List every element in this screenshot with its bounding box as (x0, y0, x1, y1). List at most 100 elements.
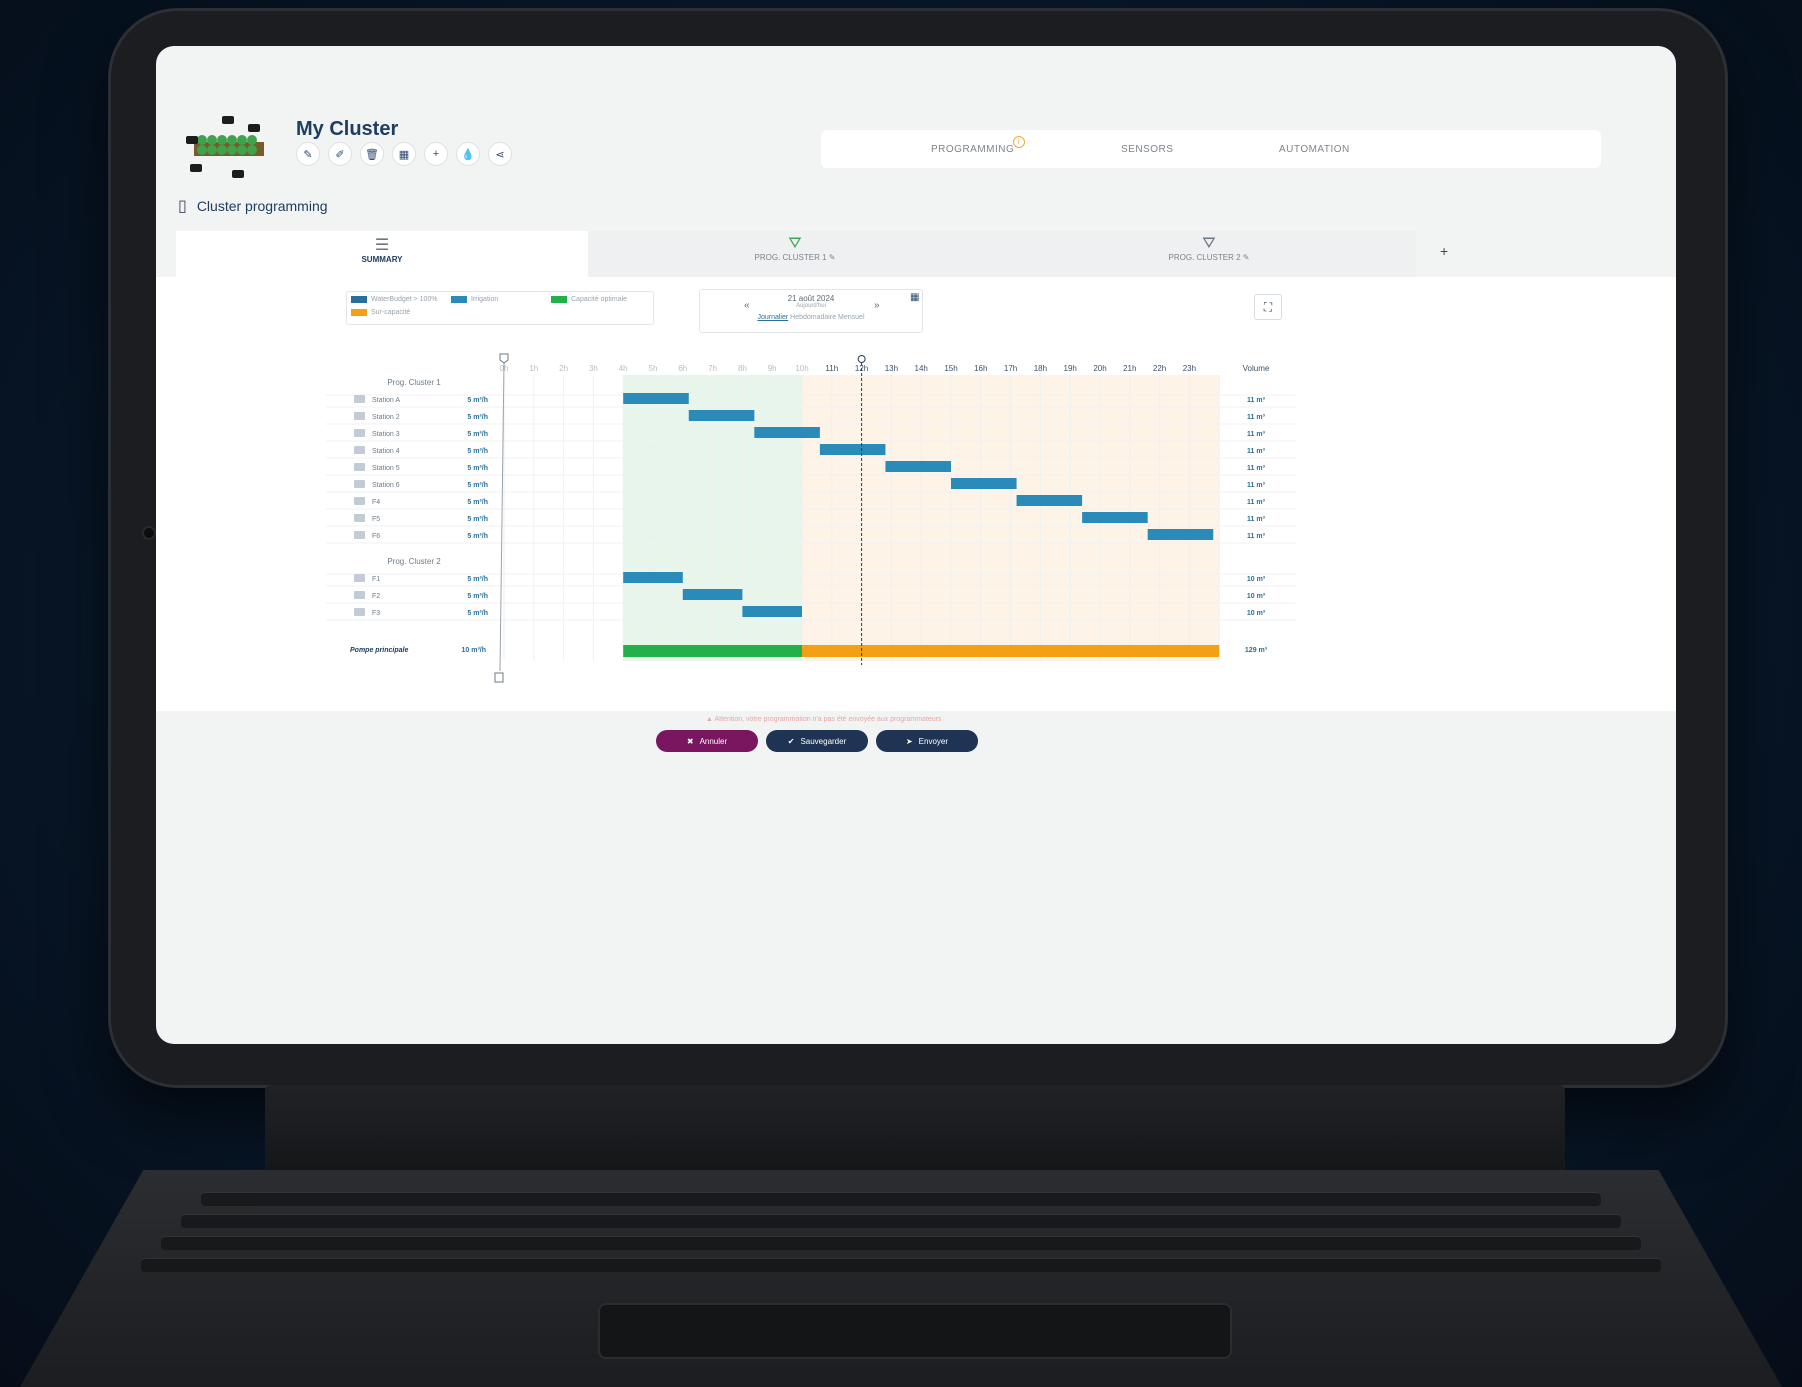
table-icon[interactable]: ▦ (392, 142, 416, 166)
cluster-title: My Cluster (296, 118, 399, 140)
screen: My Cluster ✎ ✐ 🗑 ▦ + 💧 ⋖ PROGRAMMING i S… (156, 46, 1676, 1044)
hour-label: 22h (1153, 364, 1166, 373)
row-volume: 10 m³ (1247, 576, 1266, 583)
cluster-toolbar: ✎ ✐ 🗑 ▦ + 💧 ⋖ (296, 142, 512, 166)
station-flow: 5 m³/h (467, 533, 488, 540)
row-volume: 11 m³ (1247, 431, 1266, 438)
station-flow: 5 m³/h (467, 414, 488, 421)
pump-flow: 10 m³/h (461, 647, 486, 654)
row-volume: 11 m³ (1247, 414, 1266, 421)
hour-label: 19h (1064, 364, 1077, 373)
pencil-icon[interactable]: ✎ (1243, 253, 1250, 262)
camera-icon (144, 528, 154, 538)
station-icon (354, 395, 365, 403)
hour-label: 8h (738, 364, 747, 373)
irrigation-bar (682, 589, 743, 600)
drop-icon: ⛛ (1202, 235, 1216, 252)
hour-label: 11h (825, 364, 838, 373)
station-icon (354, 446, 365, 454)
irrigation-bar (819, 444, 886, 455)
cancel-button[interactable]: ✖ Annuler (656, 730, 758, 752)
station-flow: 5 m³/h (467, 397, 488, 404)
pump-name: Pompe principale (350, 647, 408, 654)
hour-label: 23h (1183, 364, 1196, 373)
hour-label: 21h (1123, 364, 1136, 373)
tab-prog-cluster-2[interactable]: ⛛ PROG. CLUSTER 2 ✎ (1002, 231, 1416, 277)
irrigation-bar (623, 572, 683, 583)
station-name: F1 (372, 576, 380, 583)
end-marker-icon (494, 672, 504, 683)
section-header: ▯ Cluster programming (178, 196, 328, 216)
hour-label: 17h (1004, 364, 1017, 373)
save-button[interactable]: ✔ Sauvegarder (766, 730, 868, 752)
row-volume: 11 m³ (1247, 448, 1266, 455)
station-icon (354, 514, 365, 522)
pencil-icon[interactable]: ✐ (328, 142, 352, 166)
volume-header: Volume (1243, 364, 1270, 373)
station-name: F5 (372, 516, 380, 523)
cluster-logo (186, 116, 264, 178)
tab-summary[interactable]: ☰ SUMMARY (176, 231, 588, 279)
station-icon (354, 608, 365, 616)
irrigation-bar (1147, 529, 1214, 540)
station-icon (354, 463, 365, 471)
tab-prog-cluster-1[interactable]: ⛛ PROG. CLUSTER 1 ✎ (588, 231, 1002, 277)
pencil-icon[interactable]: ✎ (829, 253, 836, 262)
hour-label: 20h (1093, 364, 1106, 373)
start-marker-icon (499, 353, 509, 364)
gantt-chart: 0h1h2h3h4h5h6h7h8h9h10h11h12h13h14h15h16… (326, 353, 1296, 683)
station-flow: 5 m³/h (467, 465, 488, 472)
row-volume: 11 m³ (1247, 465, 1266, 472)
program-tabs: ☰ SUMMARY ⛛ PROG. CLUSTER 1 ✎ ⛛ PROG. CL… (176, 231, 1448, 279)
nav-automation[interactable]: AUTOMATION (1279, 144, 1350, 155)
gantt-icon: ☰ (374, 237, 390, 254)
keyboard-hinge (265, 1085, 1565, 1180)
cluster-programming-icon: ▯ (178, 198, 187, 215)
row-volume: 10 m³ (1247, 610, 1266, 617)
station-icon (354, 429, 365, 437)
hour-label: 3h (589, 364, 598, 373)
hour-label: 14h (915, 364, 928, 373)
trash-icon[interactable]: 🗑 (360, 142, 384, 166)
irrigation-bar (1082, 512, 1148, 523)
irrigation-bar (742, 606, 802, 617)
irrigation-bar (885, 461, 951, 472)
top-navigation: PROGRAMMING i SENSORS AUTOMATION (821, 130, 1601, 168)
pump-volume: 129 m³ (1245, 647, 1268, 654)
hour-label: 10h (795, 364, 808, 373)
station-icon (354, 412, 365, 420)
irrigation-bar (623, 393, 689, 404)
station-flow: 5 m³/h (467, 482, 488, 489)
nav-sensors[interactable]: SENSORS (1121, 144, 1173, 155)
share-icon[interactable]: ⋖ (488, 142, 512, 166)
row-volume: 11 m³ (1247, 482, 1266, 489)
group-label: Prog. Cluster 2 (387, 557, 441, 566)
send-button[interactable]: ➤ Envoyer (876, 730, 978, 752)
station-name: Station 4 (372, 448, 400, 455)
station-flow: 5 m³/h (467, 499, 488, 506)
hour-label: 7h (708, 364, 717, 373)
station-name: Station 2 (372, 414, 400, 421)
clock-icon (857, 355, 866, 363)
plus-icon[interactable]: + (424, 142, 448, 166)
add-tab-button[interactable]: + (1440, 243, 1448, 259)
station-name: Station A (372, 397, 400, 404)
station-name: F3 (372, 610, 380, 617)
irrigation-bar (688, 410, 755, 421)
edit-icon[interactable]: ✎ (296, 142, 320, 166)
row-volume: 11 m³ (1247, 499, 1266, 506)
station-icon (354, 497, 365, 505)
station-icon (354, 531, 365, 539)
drop-icon: ⛛ (788, 235, 802, 252)
tablet-frame: My Cluster ✎ ✐ 🗑 ▦ + 💧 ⋖ PROGRAMMING i S… (108, 8, 1728, 1088)
drop-icon[interactable]: 💧 (456, 142, 480, 166)
hour-label: 13h (885, 364, 898, 373)
action-buttons: ✖ Annuler ✔ Sauvegarder ➤ Envoyer (656, 730, 996, 760)
nav-programming[interactable]: PROGRAMMING i (931, 135, 1025, 155)
info-icon: i (1013, 135, 1025, 148)
pump-bar (802, 645, 1220, 657)
summary-panel: WaterBudget > 100% Irrigation Capacité o… (156, 277, 1676, 711)
station-flow: 5 m³/h (467, 576, 488, 583)
station-flow: 5 m³/h (467, 516, 488, 523)
irrigation-bar (951, 478, 1017, 489)
